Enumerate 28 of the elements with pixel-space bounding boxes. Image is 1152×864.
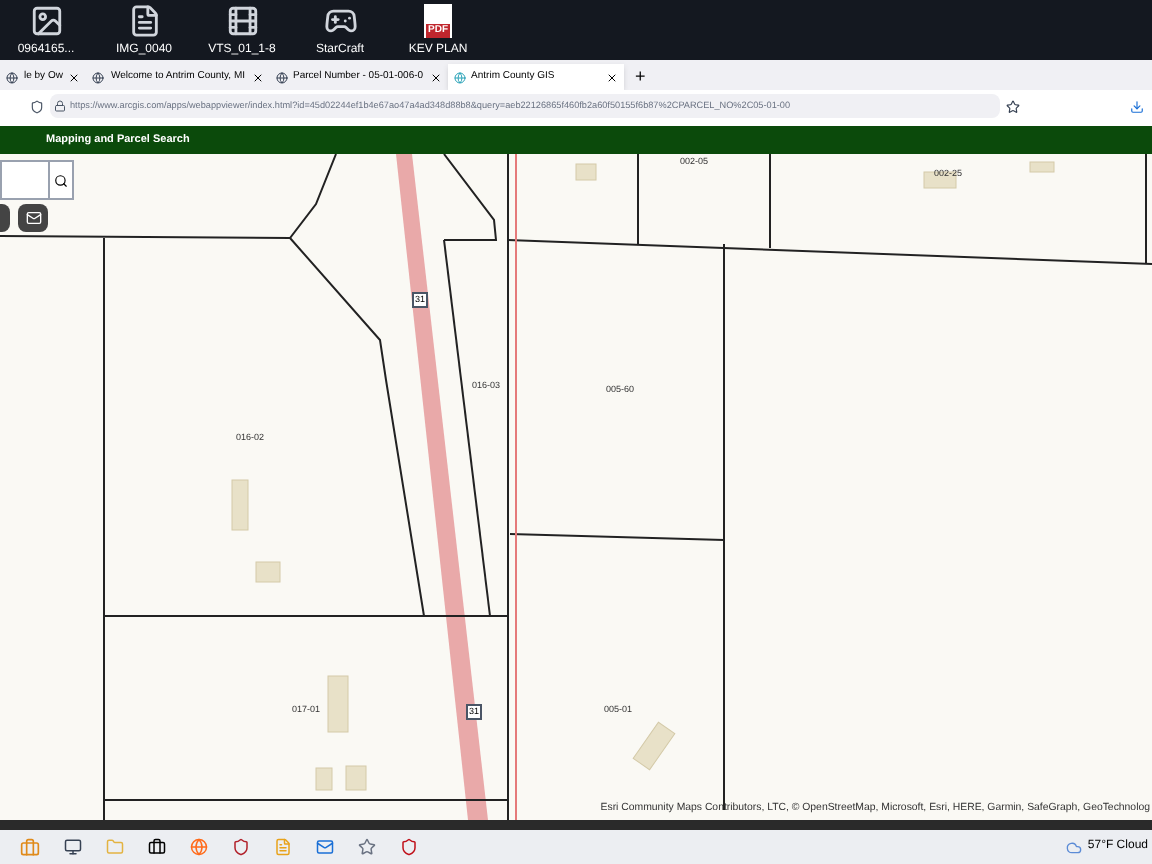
- task-view-icon[interactable]: [64, 838, 82, 856]
- site-icon: [6, 71, 18, 83]
- lock-icon: [54, 100, 66, 112]
- site-icon: [453, 71, 466, 83]
- close-icon[interactable]: [605, 71, 618, 83]
- download-icon[interactable]: [1130, 99, 1144, 113]
- tool-button[interactable]: [0, 204, 10, 232]
- shield-icon[interactable]: [232, 838, 250, 856]
- mail-icon[interactable]: [316, 838, 334, 856]
- shield-icon[interactable]: [30, 99, 44, 113]
- file-icon[interactable]: [225, 4, 259, 38]
- new-tab-button[interactable]: +: [635, 64, 646, 90]
- close-icon[interactable]: [251, 71, 264, 83]
- security-icon[interactable]: [400, 838, 418, 856]
- file-icon[interactable]: [323, 4, 357, 38]
- file-icon[interactable]: [127, 4, 161, 38]
- search-icon: [54, 173, 68, 187]
- star-icon[interactable]: [1006, 99, 1020, 113]
- tool-button[interactable]: [18, 204, 48, 232]
- envelope-icon: [25, 210, 41, 226]
- search-field[interactable]: [0, 160, 74, 200]
- close-icon[interactable]: [68, 71, 81, 83]
- site-icon: [275, 71, 288, 83]
- search-button[interactable]: [48, 162, 72, 198]
- close-icon[interactable]: [429, 71, 442, 83]
- cloud-icon[interactable]: [1065, 839, 1082, 855]
- site-icon: [92, 71, 105, 83]
- file-icon[interactable]: [29, 4, 63, 38]
